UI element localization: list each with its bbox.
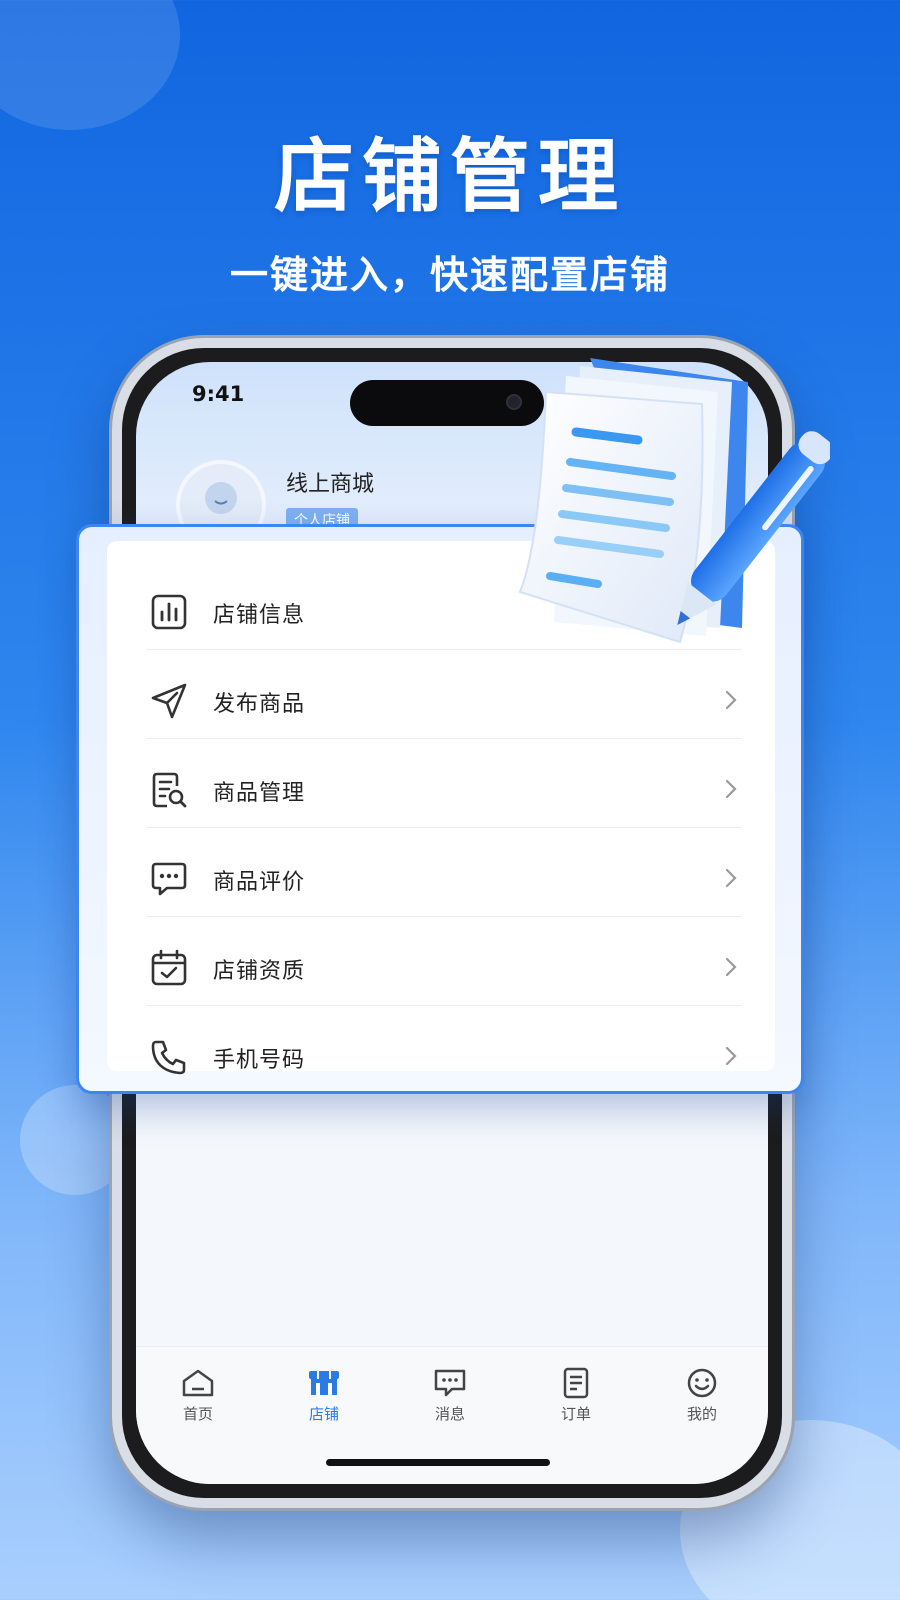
tab-label: 店铺 [308,1405,339,1423]
menu-item-shop-qualification[interactable]: 店铺资质 [147,917,741,1006]
chat-bubble-icon [151,862,187,896]
promo-headline: 店铺管理 [274,130,626,223]
menu-item-publish-product[interactable]: 发布商品 [147,650,741,739]
decor-bubble [0,0,180,130]
document-pen-illustration [518,358,830,644]
tab-label: 订单 [560,1405,591,1423]
tab-orders[interactable]: 订单 [536,1367,616,1424]
menu-item-label: 手机号码 [213,1048,306,1073]
menu-item-product-management[interactable]: 商品管理 [147,739,741,828]
chevron-right-icon [725,779,737,799]
tab-profile[interactable]: 我的 [662,1367,742,1424]
menu-item-label: 店铺信息 [213,603,306,628]
menu-item-product-reviews[interactable]: 商品评价 [147,828,741,917]
smile-icon [687,1368,717,1398]
menu-item-label: 店铺资质 [213,959,306,984]
status-time: 9:41 [192,382,245,406]
menu-item-label: 商品评价 [213,870,306,895]
home-icon [182,1369,214,1397]
calendar-check-icon [151,949,187,986]
shop-name: 线上商城 [286,472,375,497]
document-search-icon [152,772,187,808]
send-icon [151,683,187,719]
tab-store[interactable]: 店铺 [284,1367,364,1424]
tab-label: 消息 [434,1405,465,1423]
store-icon [309,1371,339,1395]
tab-label: 首页 [182,1405,213,1423]
chevron-right-icon [725,1046,737,1066]
chart-icon [151,594,187,630]
chevron-right-icon [725,690,737,710]
menu-item-label: 商品管理 [213,781,306,806]
home-indicator[interactable] [326,1459,550,1466]
promo-subheadline: 一键进入，快速配置店铺 [229,253,670,297]
tab-label: 我的 [686,1405,717,1423]
tab-home[interactable]: 首页 [158,1367,238,1424]
order-icon [563,1367,589,1399]
tab-messages[interactable]: 消息 [410,1367,490,1424]
menu-item-phone-number[interactable]: 手机号码 [147,1006,741,1095]
bottom-tab-bar: 首页 店铺 消息 订单 我的 [136,1346,768,1484]
chevron-right-icon [725,957,737,977]
message-icon [434,1369,466,1397]
menu-item-label: 发布商品 [213,692,306,717]
phone-icon [151,1040,186,1075]
chevron-right-icon [725,868,737,888]
